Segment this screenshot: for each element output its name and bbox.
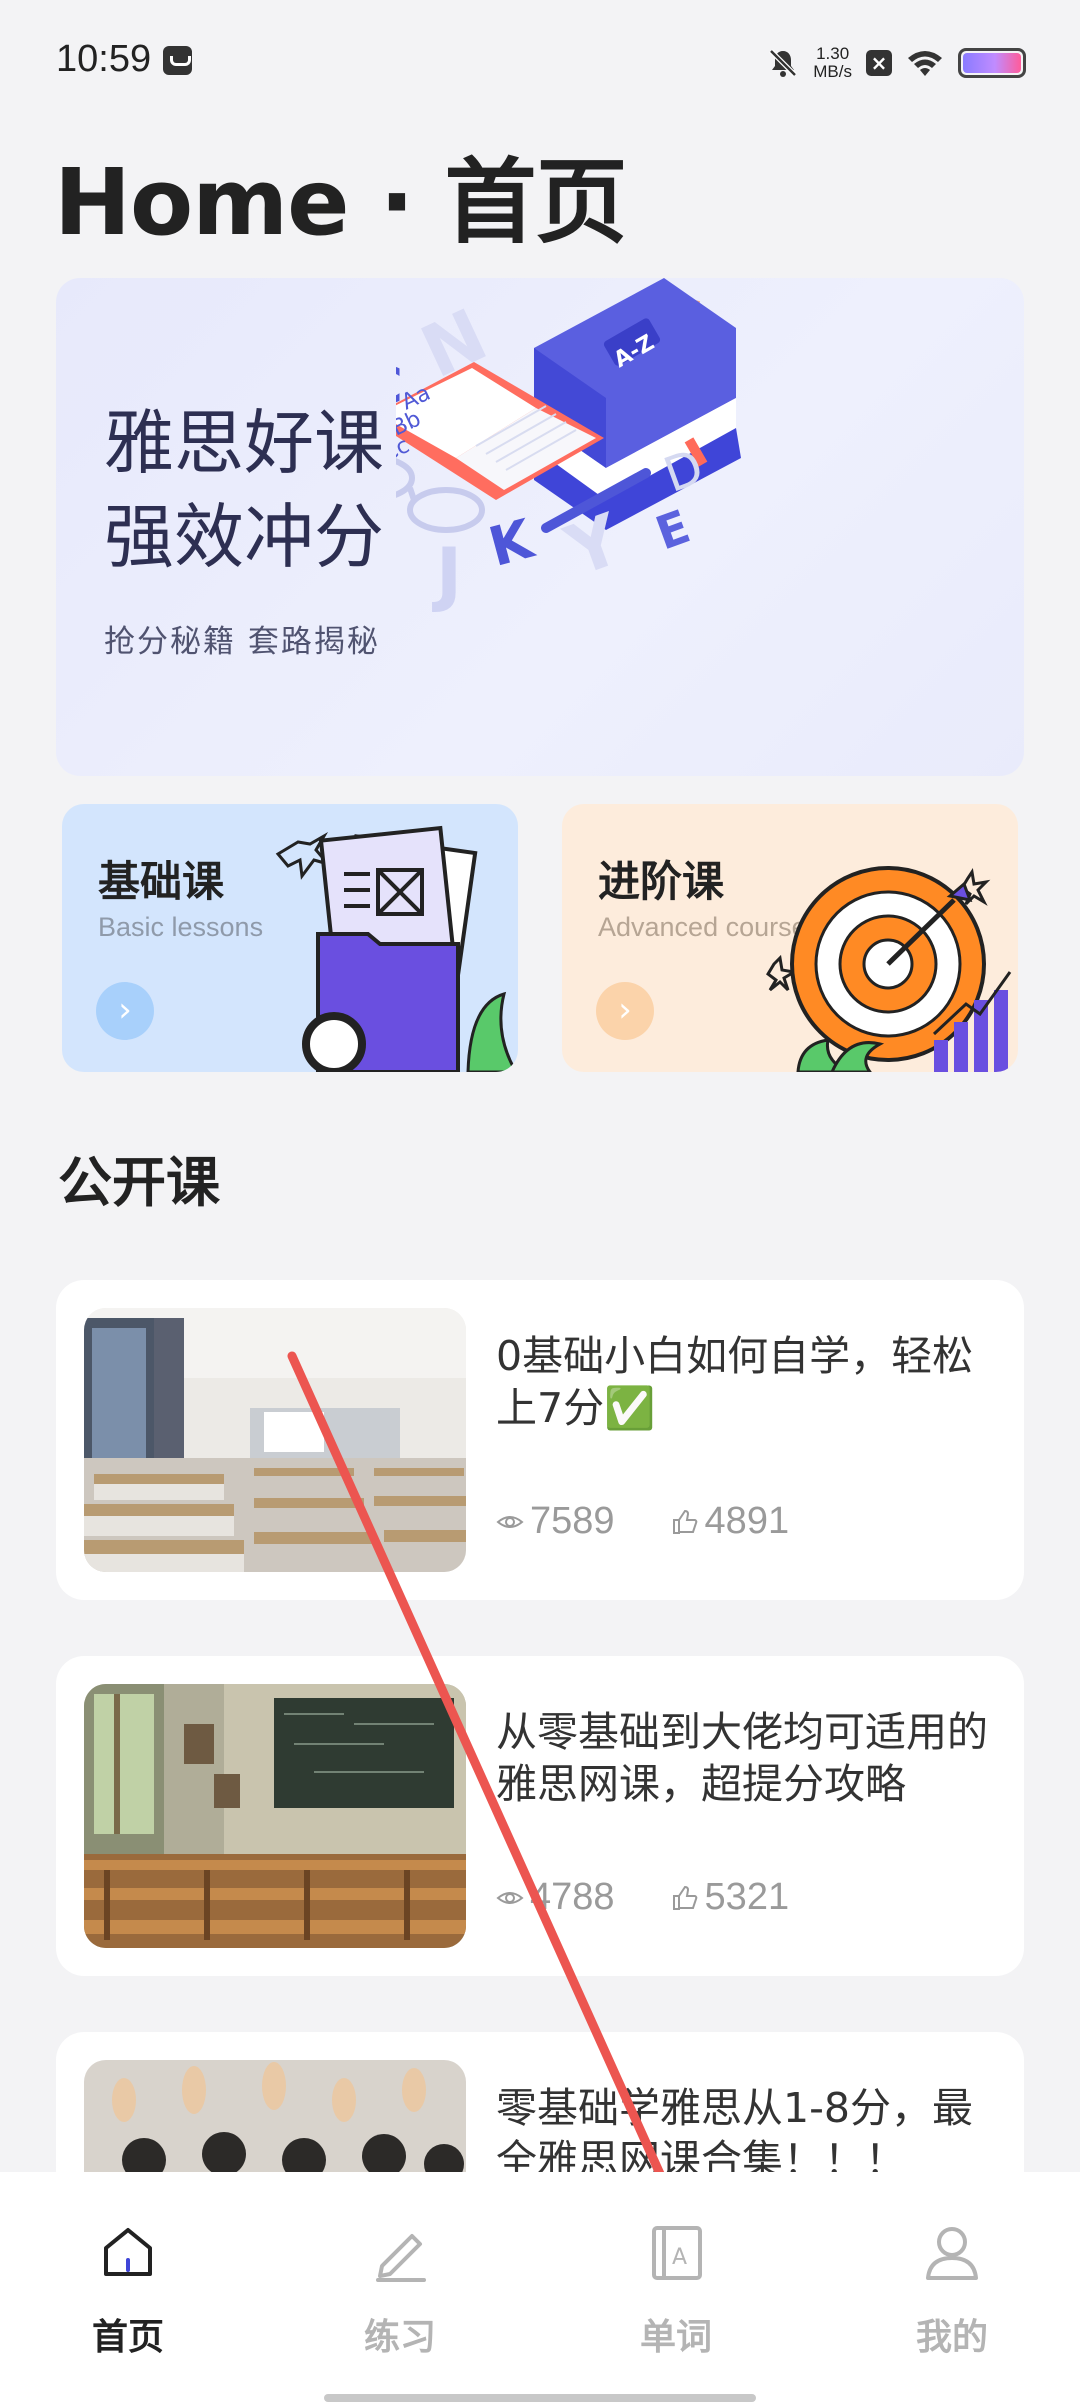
battery-icon (958, 48, 1026, 78)
banner-title: 雅思好课 强效冲分 (104, 402, 384, 578)
home-icon (104, 2228, 152, 2276)
banner-subtitle: 抢分秘籍 套路揭秘 (104, 624, 380, 660)
tab-profile[interactable]: 我的 (852, 2220, 1052, 2360)
advanced-course-card[interactable]: 进阶课 Advanced course › (562, 804, 1018, 1072)
like-count-value: 5321 (704, 1876, 790, 1918)
banner-art-letter: E (649, 499, 697, 560)
tab-home-label: 首页 (91, 2317, 164, 2358)
advanced-course-arrow-button[interactable]: › (596, 982, 654, 1040)
like-count: 4891 (671, 1500, 790, 1543)
view-count-value: 7589 (530, 1500, 615, 1542)
like-count-value: 4891 (704, 1500, 790, 1542)
course-card[interactable]: 0基础小白如何自学，轻松上7分✅ 7589 4891 (56, 1280, 1024, 1600)
view-count: 4788 (496, 1876, 615, 1919)
course-title: 零基础学雅思从1-8分，最全雅思网课合集！！！ (496, 2084, 973, 2184)
tab-practice[interactable]: 练习 (300, 2220, 500, 2360)
thumbs-up-icon (672, 1885, 697, 1910)
network-speed: 1.30 MB/s (813, 45, 852, 81)
advanced-course-title: 进阶课 (598, 857, 725, 906)
section-title-open-courses: 公开课 (58, 1151, 220, 1214)
eye-icon (496, 1515, 524, 1528)
eye-icon (496, 1891, 524, 1904)
basic-lessons-arrow-button[interactable]: › (96, 982, 154, 1040)
view-count: 7589 (496, 1500, 615, 1543)
like-count: 5321 (671, 1876, 790, 1919)
tab-home[interactable]: 首页 (28, 2220, 228, 2360)
mute-bell-icon (769, 49, 798, 77)
tab-vocabulary-label: 单词 (639, 2317, 712, 2358)
status-indicators: 1.30 MB/s × (767, 40, 1026, 86)
book-stack: A-Z (534, 278, 741, 530)
pencil-icon (376, 2234, 426, 2282)
basic-lessons-card[interactable]: 基础课 Basic lessons › (62, 804, 518, 1072)
course-card[interactable]: 从零基础到大佬均可适用的雅思网课，超提分攻略 4788 5321 (56, 1656, 1024, 1976)
course-thumbnail-image (84, 1308, 466, 1572)
basic-lessons-title: 基础课 (98, 857, 225, 906)
wifi-icon (908, 51, 942, 76)
view-count-value: 4788 (530, 1876, 615, 1918)
banner-art-letter: J (432, 533, 462, 615)
home-gesture-bar[interactable] (324, 2394, 756, 2402)
course-title: 从零基础到大佬均可适用的雅思网课，超提分攻略 (496, 1708, 988, 1808)
bottom-tab-bar: 首页 练习 A 单词 我的 (0, 2172, 1080, 2408)
status-bar: 10:59 1.30 MB/s × (0, 0, 1080, 125)
course-stats: 7589 4891 (496, 1500, 789, 1543)
no-sim-icon: × (866, 50, 892, 76)
course-stats: 4788 5321 (496, 1876, 789, 1919)
svg-text:A: A (672, 2245, 687, 2270)
tab-vocabulary[interactable]: A 单词 (576, 2220, 776, 2360)
course-title: 0基础小白如何自学，轻松上7分✅ (496, 1332, 974, 1432)
promo-banner[interactable]: 雅思好课 强效冲分 抢分秘籍 套路揭秘 A C N M S A-Z (56, 278, 1024, 776)
vocabulary-book-icon: A (652, 2226, 702, 2280)
course-thumbnail-image (84, 1684, 466, 1948)
network-speed-value: 1.30 (816, 44, 850, 63)
message-notification-icon (163, 46, 192, 75)
target-illustration (766, 866, 1012, 1072)
thumbs-up-icon (672, 1509, 697, 1534)
tab-profile-label: 我的 (915, 2317, 988, 2358)
user-icon (926, 2227, 978, 2280)
banner-illustration: A C N M S A-Z Aa Bb Cc (396, 278, 741, 615)
basic-lessons-subtitle: Basic lessons (98, 912, 264, 942)
folder-illustration (275, 825, 518, 1072)
tab-practice-label: 练习 (363, 2317, 436, 2358)
banner-art-letter: K (482, 507, 541, 579)
page-title: Home · 首页 (54, 149, 627, 256)
network-speed-unit: MB/s (813, 62, 852, 81)
status-time: 10:59 (56, 38, 152, 80)
